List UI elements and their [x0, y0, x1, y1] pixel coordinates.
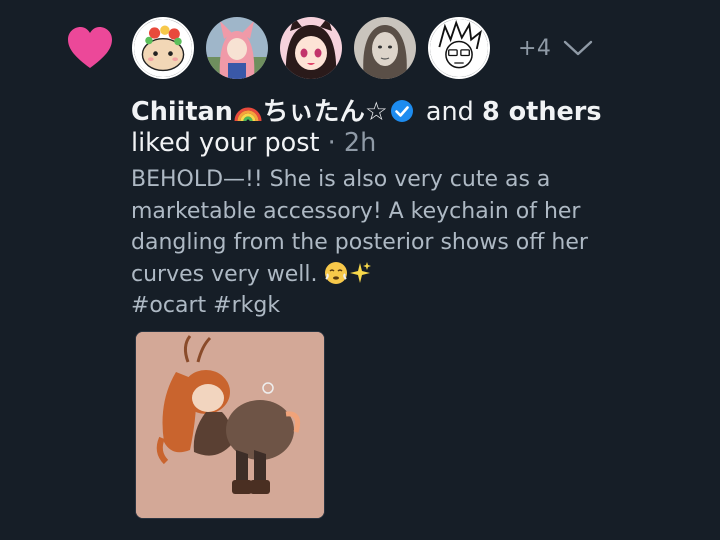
and-text: and — [425, 97, 474, 127]
action-text: liked your post — [131, 128, 320, 158]
avatar[interactable] — [132, 17, 194, 79]
post-text: BEHOLD—!! She is also very cute as a mar… — [131, 164, 651, 322]
chevron-down-icon[interactable] — [562, 38, 594, 58]
verified-badge-icon — [390, 100, 413, 122]
separator: · — [327, 128, 336, 158]
steaming-face-icon — [325, 261, 348, 284]
notification-headline: Chiitan ちぃたん☆ and 8 others liked your pos… — [131, 97, 691, 159]
liker-avatars — [132, 17, 502, 79]
others-link[interactable]: 8 others — [482, 97, 602, 127]
avatar[interactable] — [354, 17, 416, 79]
avatar[interactable] — [428, 17, 490, 79]
timestamp: 2h — [343, 128, 377, 158]
hashtags[interactable]: #ocart #rkgk — [131, 293, 280, 318]
post-image-thumbnail[interactable] — [135, 331, 325, 519]
sparkles-icon — [350, 261, 372, 283]
rainbow-icon — [234, 107, 262, 122]
more-likers-count[interactable]: +4 — [518, 36, 551, 61]
avatar[interactable] — [206, 17, 268, 79]
user-name[interactable]: Chiitan ちぃたん☆ — [131, 97, 388, 127]
avatar[interactable] — [280, 17, 342, 79]
heart-icon — [68, 27, 112, 68]
